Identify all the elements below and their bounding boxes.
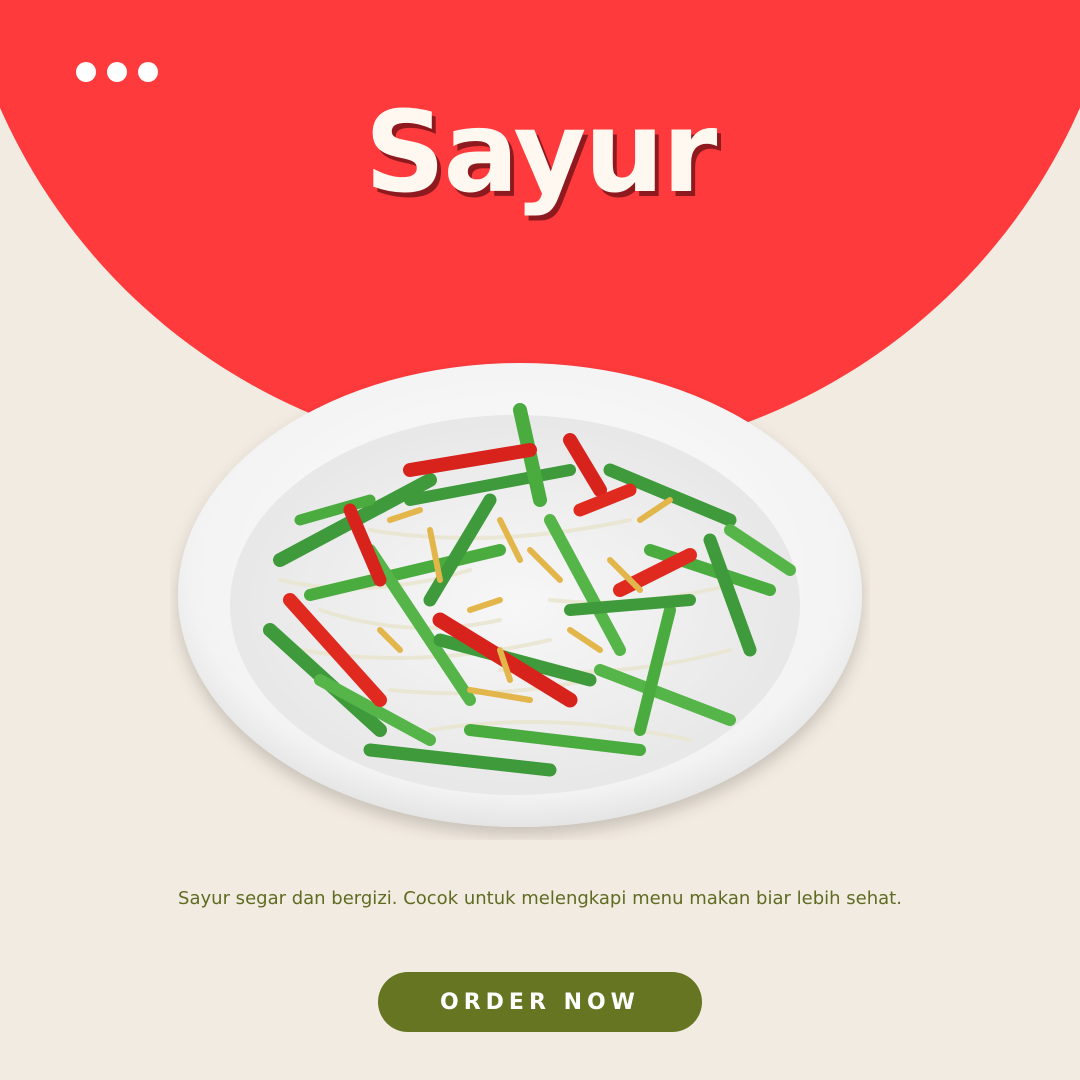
- dot: [138, 62, 158, 82]
- tagline: Sayur segar dan bergizi. Cocok untuk mel…: [178, 888, 902, 909]
- order-now-button[interactable]: ORDER NOW: [378, 972, 702, 1032]
- more-dots-icon[interactable]: [76, 62, 158, 82]
- dot: [107, 62, 127, 82]
- dish-image: [178, 363, 862, 827]
- dot: [76, 62, 96, 82]
- page-title: Sayur: [364, 88, 718, 218]
